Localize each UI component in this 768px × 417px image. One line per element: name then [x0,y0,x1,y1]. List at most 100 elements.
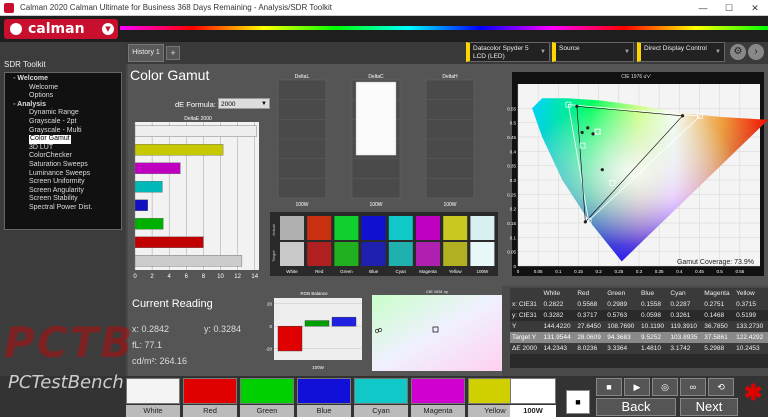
calman-logo[interactable]: calman ▼ [4,19,118,39]
add-tab-button[interactable]: + [166,46,180,60]
repeat-icon[interactable]: ⟲ [708,378,734,396]
table-cell: 133.2730 [736,323,764,330]
source-selector[interactable]: Source ▼ [552,42,634,62]
tree-item[interactable]: Color Gamut [7,135,119,144]
close-button[interactable]: ✕ [742,0,768,16]
patch-label[interactable]: Magenta [411,405,465,417]
patch-label[interactable]: White [126,405,180,417]
chevron-down-icon: ▼ [261,101,267,107]
tree-item[interactable]: Screen Stability [7,195,119,204]
patch-swatch[interactable] [297,378,351,404]
loop-icon[interactable]: ∞ [680,378,706,396]
delta-e-tick: 2 [150,274,154,280]
delta-e-tick: 12 [234,274,241,280]
tree-item[interactable]: Luminance Sweeps [7,170,119,179]
expand-icon[interactable]: › [748,44,764,60]
swatch-target [334,242,359,266]
swatch-target [280,242,304,266]
calman-asterisk-icon: ✱ [744,380,763,405]
meter-selector[interactable]: Datacolor Spyder 5 LCD (LED) ▼ [466,42,550,62]
table-cell: 27.6450 [577,323,601,330]
tree-item[interactable]: Grayscale - 2pt [7,118,119,127]
uv-xtick: 0.15 [574,269,583,274]
table-header: Red [577,290,590,297]
swatch-label: Magenta [419,269,437,274]
table-cell: 0.5763 [607,312,628,319]
current-reading-title: Current Reading [132,298,213,310]
delta-e-bar [134,199,149,211]
uv-ytick: 0.1 [510,235,517,240]
tree-item[interactable]: ColorChecker [7,152,119,161]
patch-label[interactable]: Green [240,405,294,417]
swatch-label: Blue [369,269,379,274]
tree-group[interactable]: ◦ Analysis [7,101,119,110]
patch-swatch[interactable] [354,378,408,404]
uv-ytick: 0.2 [510,207,517,212]
table-header: White [543,290,561,297]
patch-swatch[interactable] [126,378,180,404]
patch-swatch[interactable] [240,378,294,404]
tree-item[interactable]: Screen Uniformity [7,178,119,187]
logo-dropdown-icon[interactable]: ▼ [102,23,114,35]
tree-item[interactable]: Screen Angularity [7,187,119,196]
tree-item[interactable]: Grayscale - Multi [7,127,119,136]
delta-e-tick: 8 [202,274,206,280]
swatch-actual [470,216,495,240]
table-header: Cyan [670,290,686,297]
play-icon[interactable]: ▶ [624,378,650,396]
tree-item-label: Color Gamut [29,135,71,144]
tree-item[interactable]: Welcome [7,84,119,93]
tree-item-label: ◦ Analysis [13,100,46,108]
back-label: Back [621,399,651,414]
patch-label[interactable]: Cyan [354,405,408,417]
back-button[interactable]: Back [596,398,676,416]
patch-label[interactable]: 100W [510,405,556,417]
patch-label[interactable]: Red [183,405,237,417]
tree-item-label: ◦ Welcome [13,75,49,82]
stop-icon[interactable]: ■ [566,390,590,414]
tree-item-label: Welcome [29,83,59,91]
delta-e-bar [134,254,243,267]
maximize-button[interactable]: ☐ [716,0,742,16]
table-header: Yellow [736,290,755,297]
swatch-label: 100W [477,269,490,274]
de-formula-value: 2000 [221,101,236,108]
table-row: Y 144.4220 27.6450 108.7690 10.1190 119.3910 3… [510,321,768,332]
table-cell: 0.2751 [704,301,725,308]
patch-swatch[interactable] [411,378,465,404]
toolkit-label: SDR Toolkit [4,60,46,69]
gear-icon[interactable]: ⚙ [730,44,746,60]
delta-e-tick: 4 [168,274,172,280]
rgb-balance-title: RGB Balance [300,291,328,296]
display-selector[interactable]: Direct Display Control ▼ [637,42,725,62]
pause-icon[interactable]: ■ [596,378,622,396]
patch-swatch[interactable] [183,378,237,404]
tree-group[interactable]: ◦ Welcome [7,75,119,84]
tab-history-1[interactable]: History 1 [128,44,164,62]
patch-label[interactable]: Blue [297,405,351,417]
tree-item[interactable]: Options [7,92,119,101]
table-cell: 0.3282 [543,312,564,319]
tree-item[interactable]: 3D LUT [7,144,119,153]
logo-text: calman [28,21,85,37]
tree-item[interactable]: Spectral Power Dist. [7,204,119,213]
swatch-target [416,242,440,266]
tree-item[interactable]: Dynamic Range [7,109,119,118]
de-formula-select[interactable]: 2000 ▼ [218,98,270,109]
minimize-button[interactable]: — [690,0,716,16]
delta-chart-title: DeltaC [368,74,384,80]
table-cell: 14.2343 [543,345,567,352]
tree-item[interactable]: Saturation Sweeps [7,161,119,170]
table-cell: 94.3683 [607,334,631,341]
patch-swatch[interactable] [510,378,556,404]
measurement-table: White Red Green Blue Cyan Magenta Yellow x: CI… [510,288,768,368]
workflow-tree[interactable]: ◦ Welcome Welcome Options ◦ Analysis Dynamic… [4,72,122,230]
table-cell: Target Y [512,334,537,341]
delta-e-tick: 14 [251,274,258,280]
measured-marker [583,220,587,224]
table-cell: 131.9544 [543,334,571,341]
table-header: Green [607,290,626,297]
next-button[interactable]: Next [680,398,738,416]
read-icon[interactable]: ◎ [652,378,678,396]
reading-x: x: 0.2842 [132,324,170,334]
